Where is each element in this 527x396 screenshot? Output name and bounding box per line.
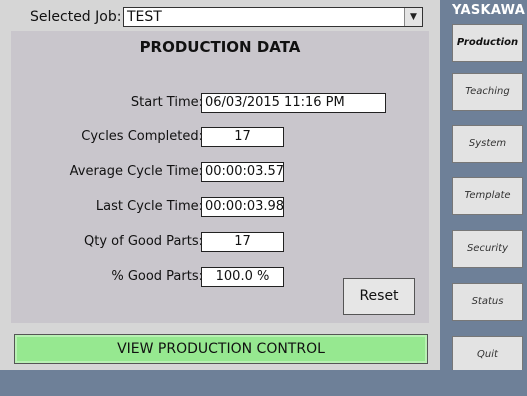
- percent-good-parts-label: % Good Parts:: [111, 269, 203, 284]
- nav-production-button[interactable]: Production: [452, 24, 523, 62]
- yaskawa-logo: YASKAWA: [452, 3, 526, 18]
- qty-good-parts-label: Qty of Good Parts:: [84, 234, 203, 249]
- bottom-bar: [0, 370, 527, 396]
- selected-job-label: Selected Job:: [30, 9, 122, 25]
- cycles-completed-value: 17: [201, 127, 284, 147]
- cycles-completed-label: Cycles Completed:: [81, 129, 203, 144]
- chevron-down-icon[interactable]: ▼: [404, 8, 422, 26]
- view-production-control-button[interactable]: VIEW PRODUCTION CONTROL: [14, 334, 428, 364]
- main-area: Selected Job: TEST ▼ PRODUCTION DATA Sta…: [0, 0, 440, 370]
- job-select-value: TEST: [127, 9, 162, 25]
- qty-good-parts-value: 17: [201, 232, 284, 252]
- nav-status-button[interactable]: Status: [452, 283, 523, 321]
- average-cycle-time-value: 00:00:03.57: [201, 162, 284, 182]
- percent-good-parts-value: 100.0 %: [201, 267, 284, 287]
- start-time-value: 06/03/2015 11:16 PM: [201, 93, 386, 113]
- production-data-panel: PRODUCTION DATA Start Time: 06/03/2015 1…: [11, 31, 429, 323]
- nav-teaching-button[interactable]: Teaching: [452, 73, 523, 111]
- panel-title: PRODUCTION DATA: [139, 38, 301, 56]
- nav-quit-button[interactable]: Quit: [452, 336, 523, 374]
- nav-template-button[interactable]: Template: [452, 177, 523, 215]
- nav-security-button[interactable]: Security: [452, 230, 523, 268]
- last-cycle-time-label: Last Cycle Time:: [95, 199, 203, 214]
- average-cycle-time-label: Average Cycle Time:: [69, 164, 203, 179]
- job-select[interactable]: TEST ▼: [123, 7, 423, 27]
- reset-button[interactable]: Reset: [343, 278, 415, 315]
- last-cycle-time-value: 00:00:03.98: [201, 197, 284, 217]
- start-time-label: Start Time:: [130, 95, 203, 110]
- nav-system-button[interactable]: System: [452, 125, 523, 163]
